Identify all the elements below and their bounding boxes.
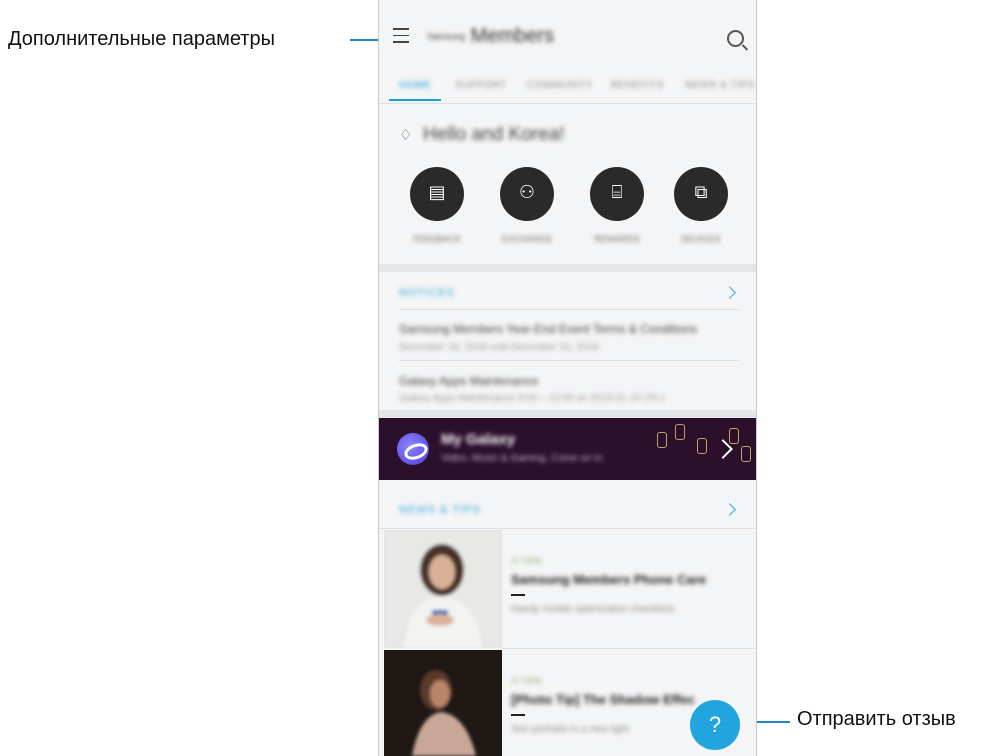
notice-item-title[interactable]: Samsung Members Year-End Event Terms & C…	[399, 322, 697, 336]
lantern-decoration-icon	[741, 446, 751, 462]
exchange-button[interactable]: ⚇	[500, 167, 554, 221]
app-bar: Samsung Members	[379, 0, 756, 74]
divider	[399, 309, 739, 310]
help-question-button[interactable]: ?	[690, 700, 740, 750]
notice-item-title[interactable]: Galaxy Apps Maintenance	[399, 374, 538, 388]
news-tag: IT TIPS	[511, 677, 542, 686]
devices-icon: ⧉	[694, 182, 708, 202]
tab-benefits[interactable]: BENEFITS	[611, 80, 664, 91]
tab-news-tips[interactable]: NEWS & TIPS	[685, 80, 755, 91]
hello-heart-icon: ♢	[399, 127, 413, 144]
active-tab-indicator	[389, 99, 441, 101]
feedback-label: FEEDBACK	[412, 234, 462, 244]
callout-more-options: Дополнительные параметры	[8, 28, 275, 50]
lantern-decoration-icon	[675, 424, 685, 440]
divider	[379, 103, 756, 104]
lantern-decoration-icon	[729, 428, 739, 444]
lantern-decoration-icon	[697, 438, 707, 454]
rewards-button[interactable]: ⌸	[590, 167, 644, 221]
search-icon[interactable]	[727, 30, 744, 47]
section-separator	[379, 410, 756, 418]
news-thumbnail-image[interactable]	[384, 650, 502, 756]
tab-home[interactable]: HOME	[399, 80, 431, 91]
news-thumbnail-image[interactable]	[384, 530, 502, 648]
app-title: Samsung Members	[427, 25, 554, 47]
rewards-label: REWARDS	[594, 234, 640, 244]
news-tag: IT TIPS	[511, 557, 542, 566]
news-chevron-icon[interactable]	[723, 503, 736, 516]
news-item-title[interactable]: Samsung Members Phone Care	[511, 572, 706, 587]
divider	[399, 360, 739, 361]
news-item-title[interactable]: [Photo Tip] The Shadow Effec	[511, 692, 695, 707]
news-dash	[511, 714, 525, 716]
my-galaxy-banner[interactable]: My Galaxy Video, Music & Gaming, Come on…	[379, 418, 756, 480]
question-icon: ?	[708, 712, 722, 737]
news-item-subtitle: See portraits in a new light	[511, 724, 629, 735]
greeting: Hello and Korea!	[423, 124, 565, 145]
people-icon: ⚇	[518, 182, 536, 202]
divider	[379, 528, 756, 529]
exchange-label: EXCHANGE	[501, 234, 553, 244]
feedback-button[interactable]: ▤	[410, 167, 464, 221]
callout-send-feedback: Отправить отзыв	[797, 708, 956, 730]
lantern-decoration-icon	[657, 432, 667, 448]
hamburger-menu-icon[interactable]	[393, 28, 409, 44]
phone-screen: Samsung Members HOME SUPPORT COMMUNITY B…	[378, 0, 757, 756]
tab-support[interactable]: SUPPORT	[455, 80, 507, 91]
notice-item-subtitle: Galaxy Apps Maintenance 9:00 – 12:00 on …	[399, 393, 665, 404]
notice-item-subtitle: December 18, 2018 until December 31, 201…	[399, 342, 599, 353]
notices-chevron-icon[interactable]	[723, 286, 736, 299]
my-galaxy-logo-icon	[397, 433, 429, 465]
section-separator	[379, 264, 756, 272]
tab-community[interactable]: COMMUNITY	[527, 80, 593, 91]
gift-icon: ⌸	[611, 182, 623, 202]
divider	[502, 648, 756, 649]
devices-label: DEVICES	[681, 234, 721, 244]
news-title: NEWS & TIPS	[399, 504, 481, 516]
notices-title: NOTICES	[399, 287, 455, 299]
banner-title: My Galaxy	[441, 431, 516, 448]
news-item-subtitle: Handy mobile optimization checklists	[511, 604, 675, 615]
devices-button[interactable]: ⧉	[674, 167, 728, 221]
banner-subtitle: Video, Music & Gaming, Come on in.	[441, 453, 605, 464]
news-dash	[511, 594, 525, 596]
document-icon: ▤	[428, 182, 446, 202]
